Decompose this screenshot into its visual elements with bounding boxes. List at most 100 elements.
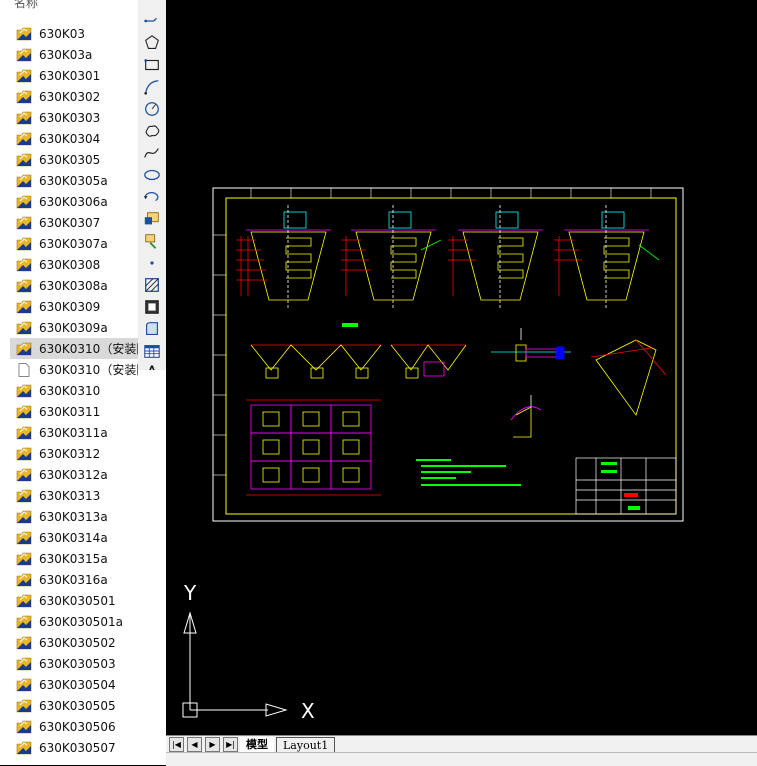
file-name: 630K030501a <box>39 614 123 629</box>
section-strip-right <box>390 344 467 379</box>
drawing-canvas[interactable]: Y X <box>166 0 757 735</box>
ucs-x-label: X <box>301 699 315 723</box>
plate-detail <box>590 339 667 416</box>
hatch-icon <box>145 278 159 292</box>
dwg-file-icon <box>16 69 32 82</box>
file-item[interactable]: 630K0306a <box>10 191 138 212</box>
file-name: 630K030501 <box>39 593 116 608</box>
circle-tool-button[interactable] <box>141 99 163 119</box>
file-item[interactable]: 630K0305 <box>10 149 138 170</box>
file-item[interactable]: 630K030502 <box>10 632 138 653</box>
dwg-file-icon <box>16 573 32 586</box>
hatch-tool-button[interactable] <box>141 275 163 295</box>
line-tool-button[interactable] <box>141 11 163 31</box>
file-item[interactable]: 630K0301 <box>10 65 138 86</box>
file-name: 630K0301 <box>39 68 101 83</box>
file-item[interactable]: 630K0307 <box>10 212 138 233</box>
ellipse-icon <box>144 169 160 181</box>
tab-layout1[interactable]: Layout1 <box>276 736 336 753</box>
file-item[interactable]: 630K0316a <box>10 569 138 590</box>
file-item[interactable]: 630K0311a <box>10 422 138 443</box>
revision-cloud-tool-button[interactable] <box>141 121 163 141</box>
funnel-view-4 <box>554 205 660 310</box>
file-item[interactable]: 630K03a <box>10 44 138 65</box>
file-item[interactable]: 630K0312a <box>10 464 138 485</box>
file-name: 630K0316a <box>39 572 108 587</box>
polygon-tool-button[interactable] <box>141 33 163 53</box>
file-item[interactable]: 630K0302 <box>10 86 138 107</box>
arc-tool-button[interactable] <box>141 77 163 97</box>
file-item[interactable]: 630K0305a <box>10 170 138 191</box>
point-tool-button[interactable] <box>141 253 163 273</box>
file-item[interactable]: 630K0313a <box>10 506 138 527</box>
dwg-file-icon <box>16 510 32 523</box>
file-item[interactable]: 630K0310（安装图 <box>10 338 138 359</box>
file-name: 630K0308 <box>39 257 101 272</box>
file-item[interactable]: 630K0315a <box>10 548 138 569</box>
angle-detail <box>510 395 542 438</box>
file-item[interactable]: 630K0303 <box>10 107 138 128</box>
insert-block-tool-button[interactable] <box>141 209 163 229</box>
file-item[interactable]: 630K0304 <box>10 128 138 149</box>
ellipse-tool-button[interactable] <box>141 165 163 185</box>
ellipse-arc-tool-button[interactable] <box>141 187 163 207</box>
dwg-file-icon <box>16 153 32 166</box>
file-item[interactable]: 630K030501a <box>10 611 138 632</box>
file-item[interactable]: 630K0313 <box>10 485 138 506</box>
layout-tab-bar: |◀ ◀ ▶ ▶| 模型 Layout1 <box>166 735 757 753</box>
insert-block-icon <box>144 212 159 225</box>
dwg-file-icon <box>16 426 32 439</box>
title-block <box>575 457 677 515</box>
file-item[interactable]: 630K0314a <box>10 527 138 548</box>
first-tab-button[interactable]: |◀ <box>169 737 184 752</box>
file-item[interactable]: 630K030501 <box>10 590 138 611</box>
file-item[interactable]: 630K0311 <box>10 401 138 422</box>
file-item[interactable]: 630K030504 <box>10 674 138 695</box>
region-tool-button[interactable] <box>141 319 163 339</box>
dwg-file-icon <box>16 300 32 313</box>
file-name: 630K0312 <box>39 446 101 461</box>
spline-tool-button[interactable] <box>141 143 163 163</box>
next-tab-button[interactable]: ▶ <box>205 737 220 752</box>
file-item[interactable]: 630K030506 <box>10 716 138 737</box>
region-icon <box>146 322 158 335</box>
funnel-view-1 <box>236 205 331 310</box>
file-item[interactable]: 630K03 <box>10 23 138 44</box>
file-name: 630K030502 <box>39 635 116 650</box>
dwg-file-icon <box>16 48 32 61</box>
dwg-file-icon <box>16 741 32 754</box>
file-item[interactable]: 630K0309 <box>10 296 138 317</box>
file-item[interactable]: 630K0312 <box>10 443 138 464</box>
last-tab-button[interactable]: ▶| <box>223 737 238 752</box>
file-item[interactable]: 630K0308a <box>10 275 138 296</box>
file-item[interactable]: 630K0308 <box>10 254 138 275</box>
dwg-file-icon <box>16 678 32 691</box>
file-name: 630K030506 <box>39 719 116 734</box>
make-block-tool-button[interactable] <box>141 231 163 251</box>
dwg-file-icon <box>16 468 32 481</box>
file-item[interactable]: 630K030503 <box>10 653 138 674</box>
rectangle-icon <box>144 59 159 71</box>
table-tool-button[interactable] <box>141 341 163 361</box>
dwg-file-icon <box>16 615 32 628</box>
arc-icon <box>144 80 159 95</box>
file-item[interactable]: 630K0310（安装图 <box>10 359 138 380</box>
file-item[interactable]: 630K0307a <box>10 233 138 254</box>
dwg-file-icon <box>16 405 32 418</box>
file-item[interactable]: 630K030505 <box>10 695 138 716</box>
rectangle-tool-button[interactable] <box>141 55 163 75</box>
dwg-file-icon <box>16 132 32 145</box>
file-name: 630K0311a <box>39 425 108 440</box>
file-item[interactable]: 630K0309a <box>10 317 138 338</box>
dwg-file-icon <box>16 447 32 460</box>
table-icon <box>144 345 160 358</box>
drawing-viewport[interactable]: Y X <box>166 0 757 735</box>
file-item[interactable]: 630K0310 <box>10 380 138 401</box>
section-label <box>342 323 358 327</box>
name-column-header[interactable]: 名称 <box>14 0 38 11</box>
tab-model[interactable]: 模型 <box>240 737 274 752</box>
file-item[interactable]: 630K030507 <box>10 737 138 758</box>
gradient-tool-button[interactable] <box>141 297 163 317</box>
dwg-file-icon <box>16 174 32 187</box>
prev-tab-button[interactable]: ◀ <box>187 737 202 752</box>
